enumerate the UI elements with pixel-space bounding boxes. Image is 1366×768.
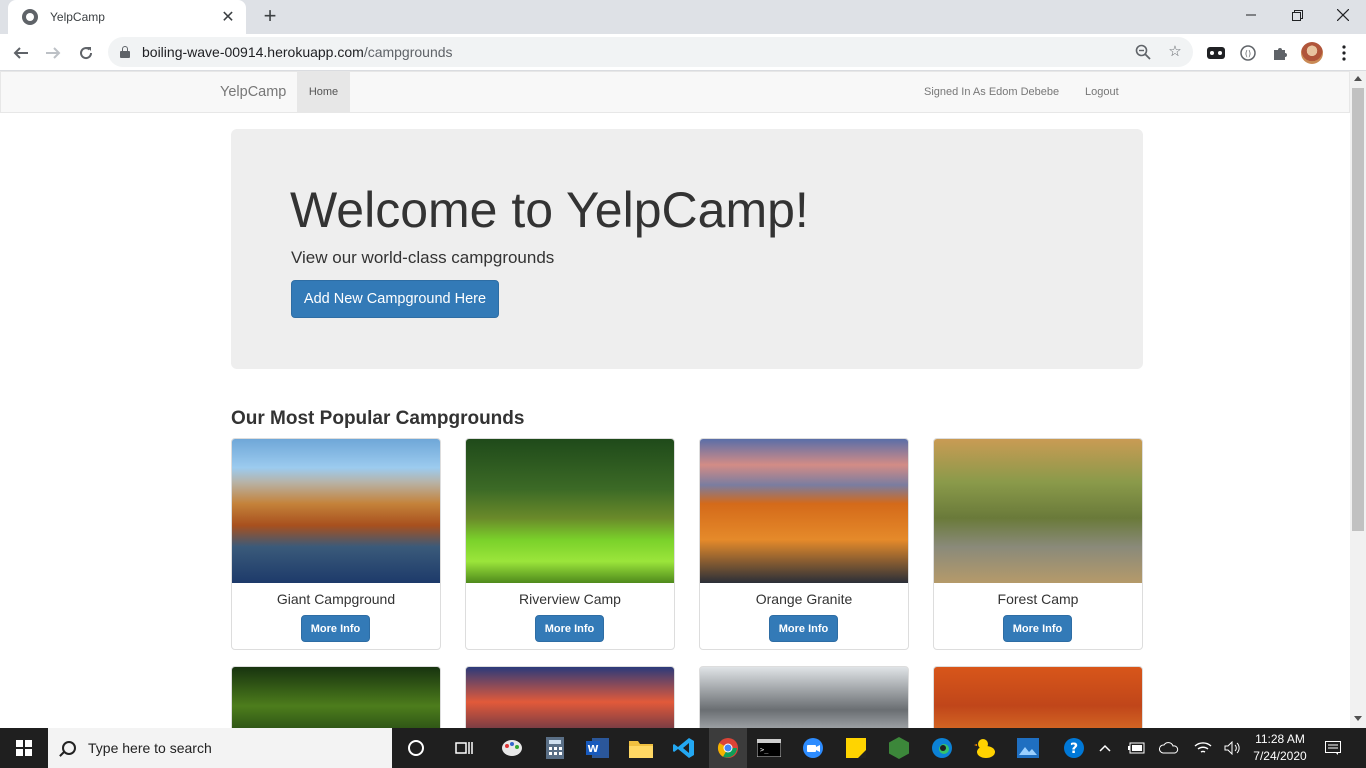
- zoom-icon[interactable]: [1135, 44, 1151, 60]
- svg-text:>_: >_: [760, 746, 769, 754]
- address-bar[interactable]: boiling-wave-00914.herokuapp.com/campgro…: [108, 37, 1193, 67]
- photos-icon[interactable]: [1014, 734, 1042, 762]
- clock-time: 11:28 AM: [1255, 732, 1305, 746]
- welcome-jumbotron: Welcome to YelpCamp! View our world-clas…: [231, 129, 1143, 369]
- campground-image: [933, 666, 1143, 728]
- nodejs-icon[interactable]: [885, 734, 913, 762]
- search-placeholder: Type here to search: [88, 740, 212, 756]
- welcome-heading: Welcome to YelpCamp!: [290, 182, 809, 238]
- browser-toolbar: boiling-wave-00914.herokuapp.com/campgro…: [0, 34, 1366, 71]
- site-navbar: YelpCamp Home Signed In As Edom Debebe L…: [0, 71, 1350, 113]
- search-icon: [62, 741, 76, 755]
- browser-tab-strip: YelpCamp ✕ +: [0, 0, 1366, 34]
- more-info-button[interactable]: More Info: [535, 615, 604, 642]
- close-tab-icon[interactable]: ✕: [220, 7, 236, 27]
- extension-circle-icon[interactable]: (): [1238, 43, 1258, 63]
- scroll-thumb[interactable]: [1352, 88, 1364, 531]
- terminal-icon[interactable]: >_: [755, 734, 783, 762]
- campground-image: [232, 439, 440, 583]
- browser-tab[interactable]: YelpCamp ✕: [8, 0, 246, 34]
- file-explorer-icon[interactable]: [627, 734, 655, 762]
- chrome-icon[interactable]: [709, 728, 747, 768]
- chevron-up-icon[interactable]: [1096, 728, 1114, 768]
- campground-card: Forest Camp More Info: [933, 438, 1143, 650]
- campground-card: Orange Granite More Info: [699, 438, 909, 650]
- volume-icon[interactable]: [1222, 728, 1244, 768]
- mask-extension-icon[interactable]: [1206, 43, 1226, 63]
- campground-image: [700, 439, 908, 583]
- campground-name: Giant Campground: [276, 591, 396, 607]
- new-tab-button[interactable]: +: [258, 4, 282, 28]
- globe-icon: [22, 9, 38, 25]
- more-info-button[interactable]: More Info: [301, 615, 370, 642]
- restore-icon[interactable]: [1274, 0, 1320, 30]
- campground-name: Forest Camp: [997, 591, 1079, 607]
- campground-image: [231, 666, 441, 728]
- more-info-button[interactable]: More Info: [769, 615, 838, 642]
- campground-image: [466, 439, 674, 583]
- minimize-icon[interactable]: [1228, 0, 1274, 30]
- help-icon[interactable]: ?: [1060, 734, 1088, 762]
- bookmark-star-icon[interactable]: ☆: [1167, 44, 1183, 60]
- lock-icon[interactable]: [120, 46, 130, 58]
- edge-icon[interactable]: [928, 734, 956, 762]
- battery-icon[interactable]: [1126, 728, 1148, 768]
- word-icon[interactable]: W: [584, 734, 612, 762]
- logout-link[interactable]: Logout: [1085, 86, 1119, 98]
- back-icon[interactable]: [8, 40, 34, 66]
- svg-text:W: W: [587, 744, 598, 755]
- url-path: /campgrounds: [363, 44, 453, 60]
- welcome-subtitle: View our world-class campgrounds: [291, 248, 555, 267]
- profile-avatar[interactable]: [1301, 42, 1323, 64]
- url-host: boiling-wave-00914.herokuapp.com: [142, 44, 364, 60]
- taskbar-search[interactable]: Type here to search: [48, 728, 392, 768]
- page-scrollbar[interactable]: [1350, 71, 1366, 728]
- taskbar-clock[interactable]: 11:28 AM 7/24/2020: [1244, 731, 1316, 765]
- task-view-icon[interactable]: [450, 734, 478, 762]
- windows-logo-icon: [16, 740, 32, 756]
- navbar-brand[interactable]: YelpCamp: [220, 84, 286, 100]
- tab-title: YelpCamp: [50, 10, 105, 24]
- campground-name: Riverview Camp: [519, 591, 621, 607]
- campground-image: [465, 666, 675, 728]
- rubber-duck-icon[interactable]: [971, 734, 999, 762]
- scroll-up-icon[interactable]: [1354, 76, 1362, 81]
- campground-image: [699, 666, 909, 728]
- start-button[interactable]: [0, 728, 48, 768]
- clock-date: 7/24/2020: [1253, 749, 1307, 763]
- windows-taskbar: Type here to search W >_ ? 11:28 AM 7/24…: [0, 728, 1366, 768]
- forward-icon[interactable]: [40, 40, 66, 66]
- onedrive-icon[interactable]: [1158, 728, 1180, 768]
- sticky-notes-icon[interactable]: [842, 734, 870, 762]
- more-info-button[interactable]: More Info: [1003, 615, 1072, 642]
- campground-card: Giant Campground More Info: [231, 438, 441, 650]
- page-viewport: YelpCamp Home Signed In As Edom Debebe L…: [0, 71, 1350, 728]
- add-campground-button[interactable]: Add New Campground Here: [291, 280, 499, 318]
- campground-name: Orange Granite: [755, 591, 853, 607]
- campground-image: [934, 439, 1142, 583]
- signed-in-label[interactable]: Signed In As Edom Debebe: [924, 86, 1059, 98]
- nav-home-link[interactable]: Home: [297, 72, 350, 112]
- paint-icon[interactable]: [498, 734, 526, 762]
- notifications-icon[interactable]: [1320, 728, 1346, 768]
- section-title: Our Most Popular Campgrounds: [231, 408, 525, 429]
- zoom-app-icon[interactable]: [799, 734, 827, 762]
- wifi-icon[interactable]: [1192, 728, 1214, 768]
- cortana-icon[interactable]: [402, 734, 430, 762]
- svg-text:(): (): [1245, 49, 1251, 58]
- vscode-icon[interactable]: [670, 734, 698, 762]
- campground-card: Riverview Camp More Info: [465, 438, 675, 650]
- close-window-icon[interactable]: [1320, 0, 1366, 30]
- puzzle-extensions-icon[interactable]: [1270, 43, 1290, 63]
- scroll-down-icon[interactable]: [1354, 716, 1362, 721]
- menu-kebab-icon[interactable]: [1334, 43, 1354, 63]
- svg-text:?: ?: [1070, 741, 1078, 757]
- calculator-icon[interactable]: [541, 734, 569, 762]
- reload-icon[interactable]: [73, 40, 99, 66]
